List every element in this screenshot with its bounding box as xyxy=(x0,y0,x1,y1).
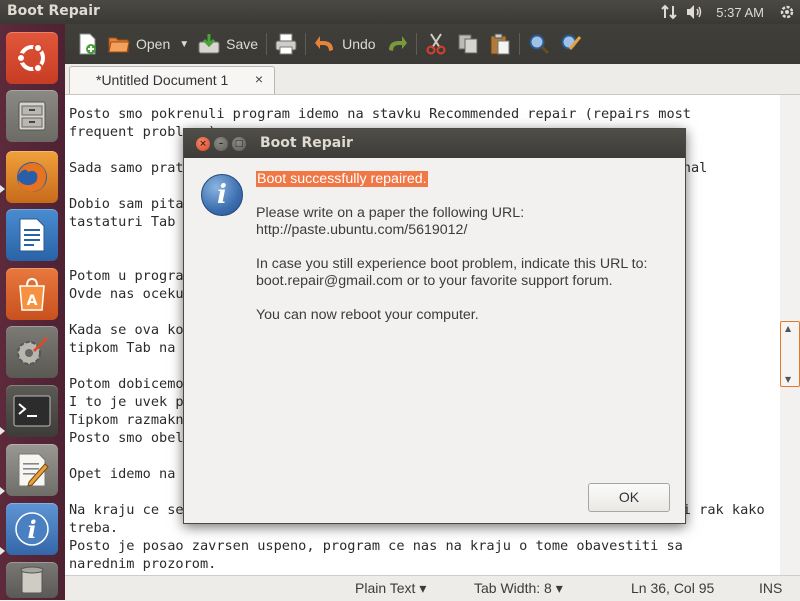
support-instruction: In case you still experience boot proble… xyxy=(256,256,648,272)
success-message: Boot successfully repaired. xyxy=(256,171,428,188)
power-gear-icon[interactable] xyxy=(774,0,800,24)
app-title: Boot Repair xyxy=(7,3,100,19)
open-dropdown-button[interactable]: ▼ xyxy=(175,27,193,61)
print-icon xyxy=(275,33,297,55)
file-cabinet-icon[interactable] xyxy=(6,90,58,142)
undo-label: Undo xyxy=(342,36,376,52)
terminal-icon[interactable] xyxy=(6,385,58,437)
folder-open-icon xyxy=(108,37,130,53)
insert-mode: INS xyxy=(759,580,783,596)
system-tray: 5:37 AM xyxy=(656,0,800,24)
open-button[interactable]: Open xyxy=(103,27,175,61)
editor-line: treba. xyxy=(69,520,119,536)
open-label: Open xyxy=(136,36,171,52)
shopping-bag-icon[interactable]: A xyxy=(6,268,58,320)
writer-doc-icon[interactable] xyxy=(6,209,58,261)
text-editor-icon[interactable] xyxy=(6,444,58,496)
close-icon[interactable]: × xyxy=(255,71,263,87)
success-highlight: Boot successfully repaired. xyxy=(256,171,428,187)
toolbar: Open ▼ Save Undo xyxy=(65,24,800,64)
scroll-down-arrow-icon[interactable]: ▼ xyxy=(785,375,791,384)
find-replace-button[interactable] xyxy=(555,27,587,61)
tab-untitled-document-1[interactable]: *Untitled Document 1 × xyxy=(69,66,275,94)
scroll-up-arrow-icon[interactable]: ▲ xyxy=(785,324,791,333)
launcher: A i xyxy=(0,24,66,600)
ok-button[interactable]: OK xyxy=(588,483,670,512)
firefox-icon[interactable] xyxy=(6,151,58,203)
svg-text:A: A xyxy=(27,293,38,309)
support-contact: boot.repair@gmail.com or to your favorit… xyxy=(256,273,613,289)
running-indicator xyxy=(0,185,5,193)
paste-button[interactable] xyxy=(484,27,516,61)
cursor-position: Ln 36, Col 95 xyxy=(631,580,715,596)
running-indicator xyxy=(0,427,5,435)
running-indicator xyxy=(0,547,5,555)
new-document-button[interactable] xyxy=(71,27,103,61)
new-document-icon xyxy=(79,33,96,55)
save-icon xyxy=(198,34,220,54)
cut-icon xyxy=(426,33,446,55)
editor-line: Posto smo pokrenuli program idemo na sta… xyxy=(69,106,691,122)
status-bar: Plain Text ▾ Tab Width: 8 ▾ Ln 36, Col 9… xyxy=(65,575,800,601)
svg-text:i: i xyxy=(27,515,36,544)
reboot-message: You can now reboot your computer. xyxy=(256,307,479,323)
editor-line: narednim prozorom. xyxy=(69,556,217,572)
copy-icon xyxy=(458,34,478,54)
top-panel: Boot Repair 5:37 AM xyxy=(0,0,800,24)
cut-button[interactable] xyxy=(420,27,452,61)
trash-icon[interactable] xyxy=(6,562,58,598)
info-icon: i xyxy=(201,174,243,216)
network-updown-icon[interactable] xyxy=(656,0,682,24)
url-instruction: Please write on a paper the following UR… xyxy=(256,205,525,221)
dialog-title: Boot Repair xyxy=(260,135,353,151)
find-icon xyxy=(529,34,549,55)
boot-repair-dialog: × – □ Boot Repair i Boot successfully re… xyxy=(183,128,686,524)
language-selector[interactable]: Plain Text ▾ xyxy=(355,580,426,597)
ubuntu-logo-icon[interactable] xyxy=(6,32,58,84)
redo-button[interactable] xyxy=(381,27,413,61)
minimize-icon[interactable]: – xyxy=(214,137,228,151)
copy-button[interactable] xyxy=(452,27,484,61)
running-indicator xyxy=(0,487,5,495)
scrollbar-thumb[interactable]: ▲ ▼ xyxy=(780,321,800,387)
tab-bar: *Untitled Document 1 × xyxy=(65,64,800,95)
toolbar-separator xyxy=(415,33,417,55)
settings-wrench-icon[interactable] xyxy=(6,326,58,378)
maximize-icon[interactable]: □ xyxy=(232,137,246,151)
chevron-down-icon: ▼ xyxy=(179,38,190,50)
redo-icon xyxy=(388,36,407,51)
toolbar-separator xyxy=(266,33,268,55)
tab-label: *Untitled Document 1 xyxy=(96,72,229,88)
save-button[interactable]: Save xyxy=(193,27,263,61)
undo-button[interactable]: Undo xyxy=(309,27,380,61)
undo-icon xyxy=(315,36,334,51)
find-replace-icon xyxy=(561,34,581,50)
info-icon[interactable]: i xyxy=(6,503,58,555)
paste-icon xyxy=(490,33,510,55)
toolbar-separator xyxy=(518,33,520,55)
find-button[interactable] xyxy=(523,27,555,61)
save-label: Save xyxy=(226,36,259,52)
paste-url: http://paste.ubuntu.com/5619012/ xyxy=(256,222,468,238)
dialog-titlebar: × – □ Boot Repair xyxy=(184,129,685,158)
editor-line: Posto je posao zavrsen uspeno, program c… xyxy=(69,538,683,554)
clock[interactable]: 5:37 AM xyxy=(716,5,764,20)
tab-width-selector[interactable]: Tab Width: 8 ▾ xyxy=(474,580,563,597)
close-icon[interactable]: × xyxy=(196,137,210,151)
volume-icon[interactable] xyxy=(682,0,708,24)
print-button[interactable] xyxy=(270,27,302,61)
toolbar-separator xyxy=(305,33,307,55)
